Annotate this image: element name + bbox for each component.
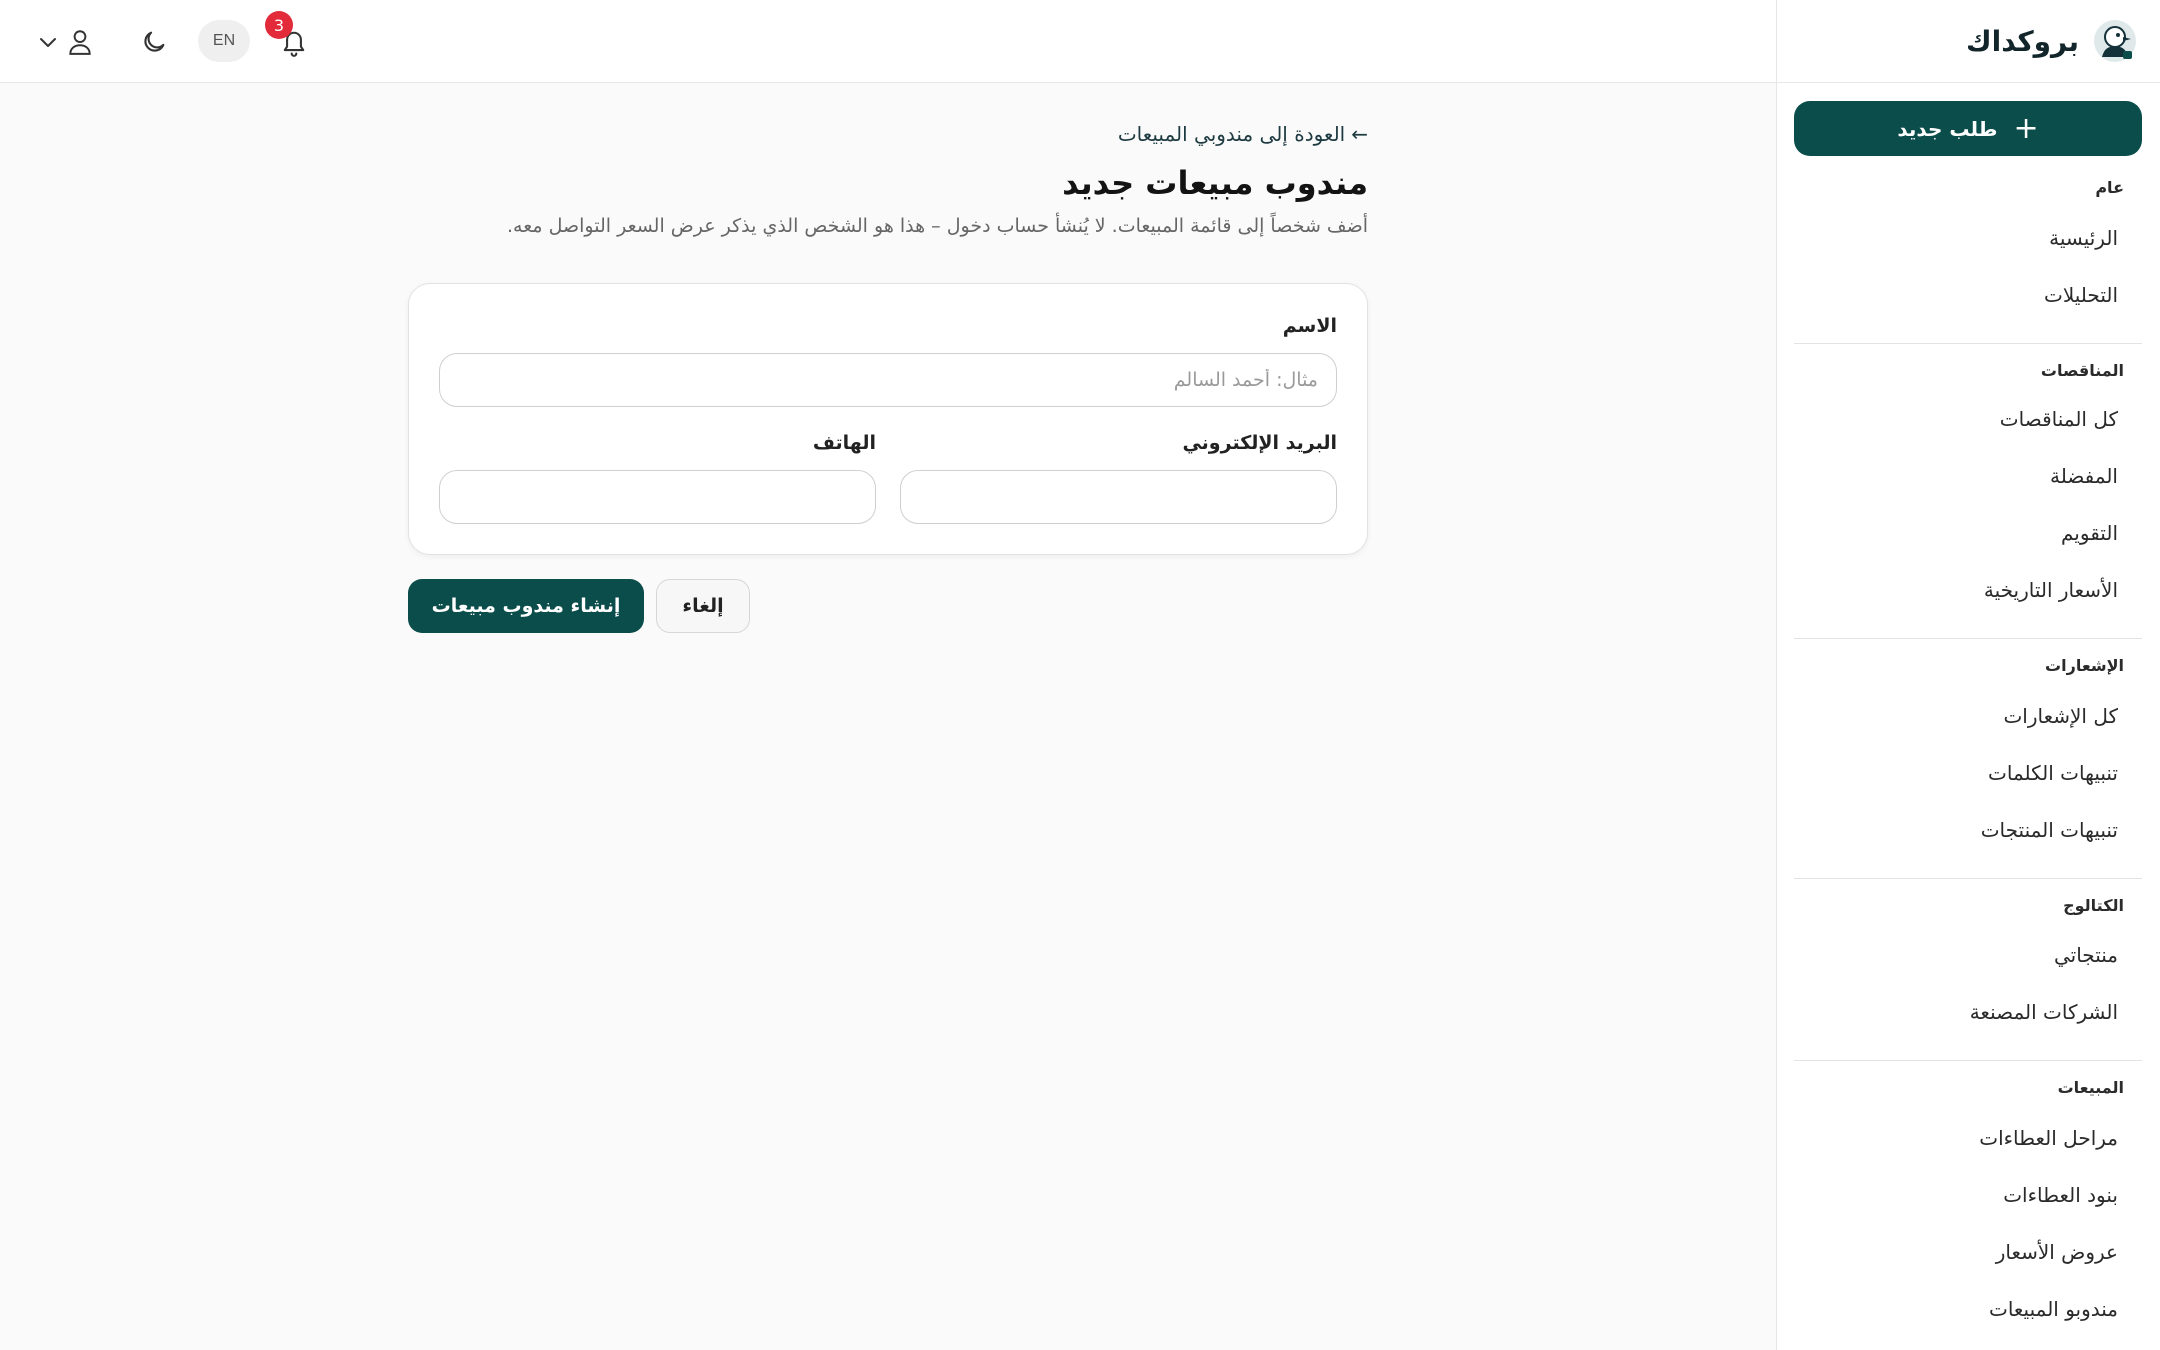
cancel-button[interactable]: إلغاء (656, 579, 750, 633)
sidebar-item-home[interactable]: الرئيسية (2049, 226, 2118, 250)
divider (1794, 343, 2142, 344)
sidebar-item-all-tenders[interactable]: كل المناقصات (2000, 407, 2118, 431)
create-sales-rep-button[interactable]: إنشاء مندوب مبيعات (408, 579, 644, 633)
nav-section-title: المبيعات (2057, 1078, 2124, 1097)
sidebar-item-quotes[interactable]: عروض الأسعار (1996, 1240, 2118, 1264)
sidebar-item-all-notifications[interactable]: كل الإشعارات (2003, 704, 2118, 728)
app-root: بروكداك + طلب جديد عام الرئيسية التحليلا… (0, 0, 2160, 1350)
moon-icon[interactable] (136, 24, 172, 60)
form-card: الاسم البريد الإلكتروني الهاتف (408, 283, 1368, 555)
sidebar-item-calendar[interactable]: التقويم (2061, 521, 2118, 545)
sidebar-item-bid-stages[interactable]: مراحل العطاءات (1979, 1126, 2118, 1150)
sidebar-item-my-products[interactable]: منتجاتي (2054, 943, 2118, 967)
brand-name: بروكداك (1965, 24, 2079, 58)
user-icon[interactable] (64, 24, 96, 60)
back-link-label: العودة إلى مندوبي المبيعات (1117, 122, 1346, 146)
plus-icon: + (2013, 110, 2039, 146)
name-label: الاسم (1282, 315, 1337, 337)
brand[interactable]: بروكداك (1777, 0, 2160, 83)
divider (1794, 638, 2142, 639)
sidebar-item-historical-prices[interactable]: الأسعار التاريخية (1984, 578, 2118, 602)
name-field[interactable] (439, 353, 1337, 407)
nav-section-title: الكتالوج (2063, 896, 2124, 915)
topbar: 3 EN (0, 0, 1776, 83)
nav-section-title: الإشعارات (2045, 656, 2124, 675)
chevron-down-icon[interactable] (36, 30, 60, 54)
sidebar-item-product-alerts[interactable]: تنبيهات المنتجات (1981, 818, 2118, 842)
page-title: مندوب مبيعات جديد (1062, 164, 1368, 202)
back-arrow-icon: ← (1351, 122, 1368, 146)
nav-section-title: عام (2095, 178, 2124, 197)
divider (1794, 878, 2142, 879)
language-toggle[interactable]: EN (198, 20, 250, 62)
page-subtitle: أضف شخصاً إلى قائمة المبيعات. لا يُنشأ ح… (507, 215, 1368, 237)
new-request-label: طلب جديد (1897, 116, 1998, 141)
nav-section-title: المناقصات (2040, 361, 2124, 380)
notification-badge: 3 (265, 11, 293, 39)
sidebar-item-manufacturers[interactable]: الشركات المصنعة (1970, 1000, 2118, 1024)
sidebar-item-bid-items[interactable]: بنود العطاءات (2003, 1183, 2118, 1207)
email-label: البريد الإلكتروني (1182, 432, 1337, 454)
sidebar-item-keyword-alerts[interactable]: تنبيهات الكلمات (1988, 761, 2118, 785)
back-link[interactable]: ← العودة إلى مندوبي المبيعات (1118, 122, 1368, 146)
divider (1794, 1060, 2142, 1061)
sidebar-item-analytics[interactable]: التحليلات (2044, 283, 2118, 307)
phone-label: الهاتف (812, 432, 876, 454)
new-request-button[interactable]: + طلب جديد (1794, 101, 2142, 156)
phone-field[interactable] (439, 470, 876, 524)
sidebar: بروكداك + طلب جديد عام الرئيسية التحليلا… (1776, 0, 2160, 1350)
email-field[interactable] (900, 470, 1337, 524)
duck-logo-icon (2094, 20, 2136, 62)
sidebar-item-sales-reps[interactable]: مندوبو المبيعات (1989, 1297, 2118, 1321)
sidebar-item-favorites[interactable]: المفضلة (2050, 464, 2118, 488)
